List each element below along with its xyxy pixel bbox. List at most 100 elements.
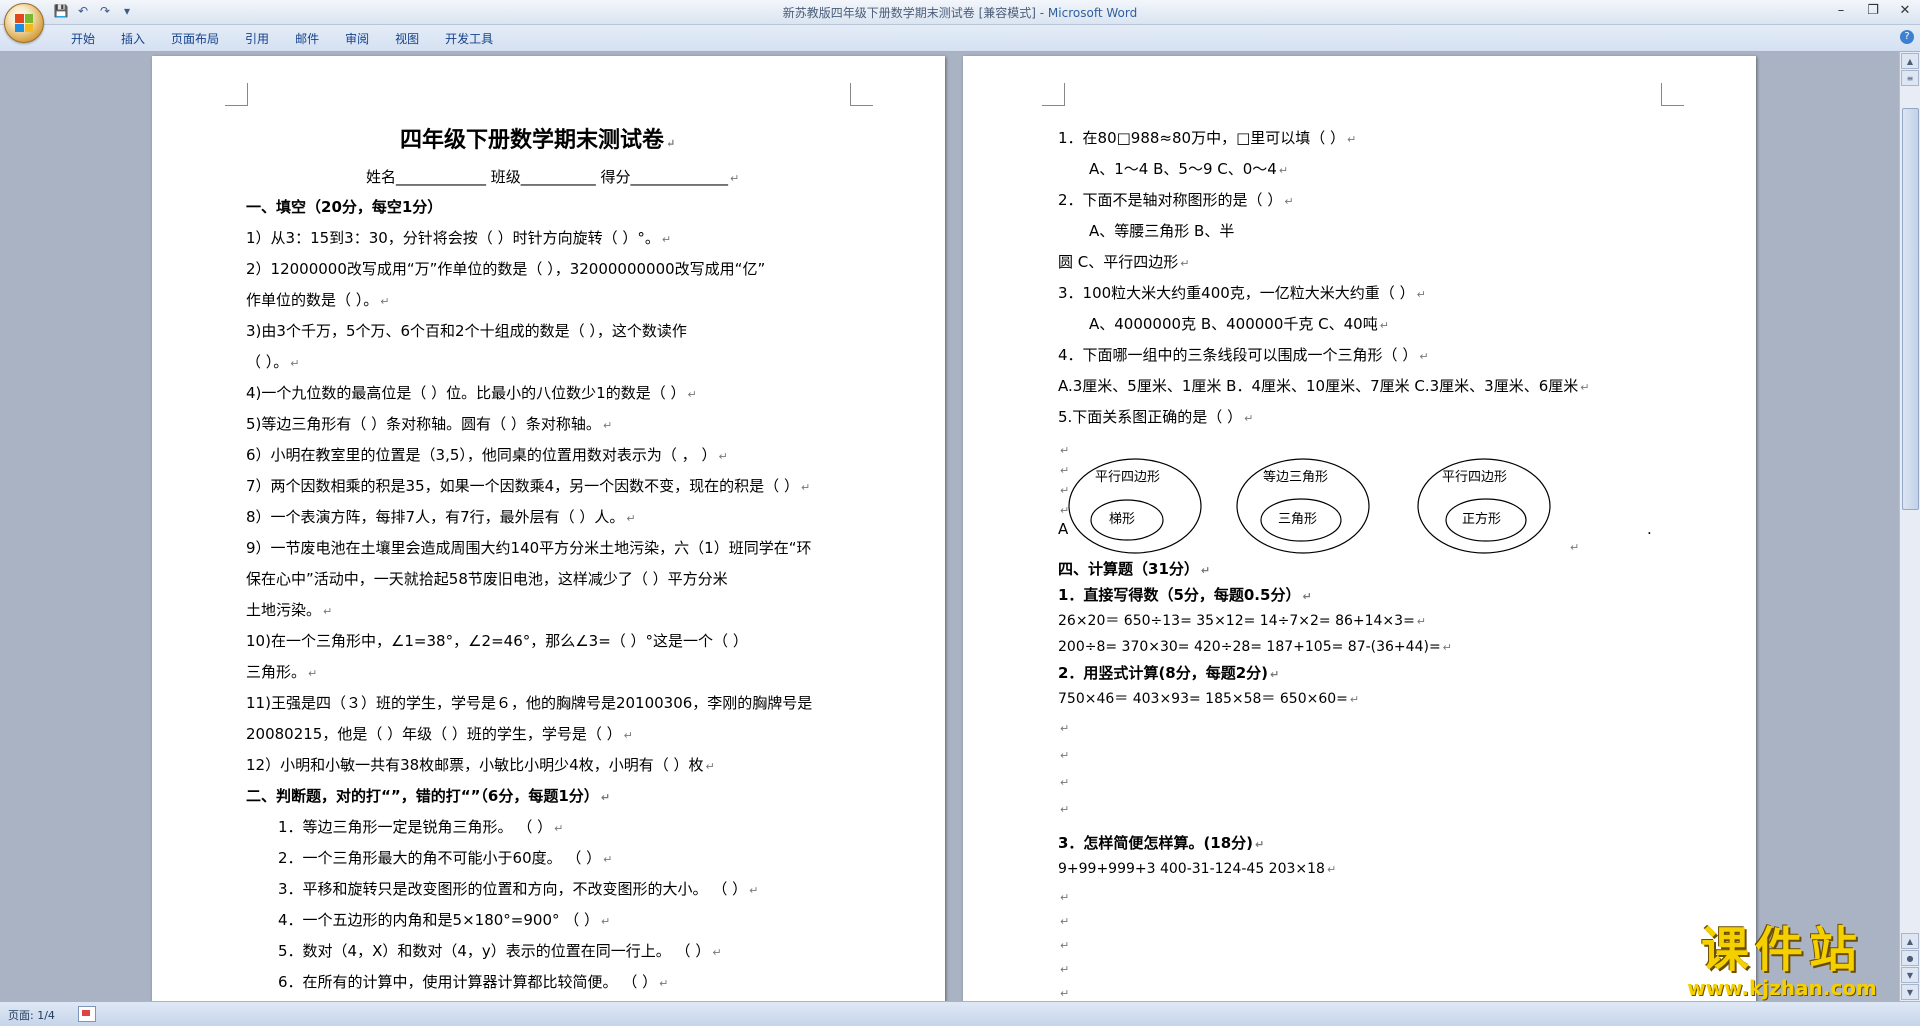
question-line: （ ）。 ↵ xyxy=(246,353,300,371)
watermark-logo-text: 课件站 xyxy=(1700,922,1863,978)
option-line: A.3厘米、5厘米、1厘米 B．4厘米、10厘米、7厘米 C.3厘米、3厘米、6… xyxy=(1058,377,1590,395)
paragraph-mark: ↵ xyxy=(1060,749,1070,762)
calc-row: 200÷8= 370×30= 420÷28= 187+105= 87-(36+4… xyxy=(1058,639,1452,655)
venn-diagram-a: 平行四边形 梯形 xyxy=(1067,456,1203,556)
select-browse-object-icon[interactable]: ● xyxy=(1901,950,1919,966)
question-line: 9）一节废电池在土壤里会造成周围大约140平方分米土地污染，六（1）班同学在“环 xyxy=(246,539,812,557)
page-2[interactable]: 1．在80□988≈80万中，□里可以填（ ） ↵ A、1～4 B、5～9 C、0… xyxy=(963,56,1756,1001)
margin-mark-top-left xyxy=(1042,83,1065,106)
margin-mark-top-right xyxy=(1661,83,1684,106)
tab-view[interactable]: 视图 xyxy=(382,30,432,47)
question-line: 4)一个九位数的最高位是（ ）位。比最小的八位数少1的数是（ ） ↵ xyxy=(246,384,697,402)
question-line: 3)由3个千万，5个万、6个百和2个十组成的数是（ ），这个数读作 xyxy=(246,322,687,340)
help-icon[interactable]: ? xyxy=(1900,30,1914,44)
question-line: 3．100粒大米大约重400克，一亿粒大米大约重（ ） ↵ xyxy=(1058,284,1426,302)
venn-outer-label: 平行四边形 xyxy=(1095,470,1161,485)
document-area[interactable]: 四年级下册数学期末测试卷 ↵ 姓名____________ 班级_________… xyxy=(0,52,1900,1001)
tab-references[interactable]: 引用 xyxy=(232,30,282,47)
paragraph-mark: ↵ xyxy=(1060,915,1070,928)
question-line: 5.下面关系图正确的是（ ） ↵ xyxy=(1058,408,1254,426)
venn-trailing-dot: . xyxy=(1647,520,1652,538)
judge-item: 5．数对（4，X）和数对（4，y）表示的位置在同一行上。 （ ） ↵ xyxy=(278,942,722,960)
judge-item: 2．一个三角形最大的角不可能小于60度。 （ ） ↵ xyxy=(278,849,613,867)
window-controls: – ❐ ✕ xyxy=(1830,2,1916,20)
office-logo-icon xyxy=(15,14,33,32)
vertical-scrollbar[interactable]: ▲ ≡ ▲ ● ▼ ▼ xyxy=(1899,52,1920,1001)
paragraph-mark: ↵ xyxy=(1060,963,1070,976)
question-line: 2）12000000改写成用“万”作单位的数是（ ），32000000000改写… xyxy=(246,260,766,278)
calc-row: 9+99+999+3 400-31-124-45 203×18 ↵ xyxy=(1058,861,1337,877)
site-watermark: 课件站 www.kjzhan.com xyxy=(1662,922,1902,1002)
ruler-toggle-icon[interactable]: ≡ xyxy=(1901,70,1919,86)
judge-item: 4．一个五边形的内角和是5×180°=900° （ ） ↵ xyxy=(278,911,611,929)
question-line: 8）一个表演方阵，每排7人，有7行，最外层有（ ）人。 ↵ xyxy=(246,508,636,526)
question-line: 11)王强是四（３）班的学生，学号是６，他的胸牌号是20100306，李刚的胸牌… xyxy=(246,694,813,712)
subsection-heading: 3．怎样简便怎样算。(18分) ↵ xyxy=(1058,834,1265,852)
option-line: A、等腰三角形 B、半 xyxy=(1089,222,1235,240)
judge-item: 3．平移和旋转只是改变图形的位置和方向，不改变图形的大小。 （ ） ↵ xyxy=(278,880,759,898)
question-line: 土地污染。 ↵ xyxy=(246,601,333,619)
scroll-down-icon[interactable]: ▼ xyxy=(1901,984,1919,1000)
calc-row: 750×46＝ 403×93= 185×58＝ 650×60= ↵ xyxy=(1058,691,1360,707)
window-title: 新苏教版四年级下册数学期末测试卷 [兼容模式] - Microsoft Word xyxy=(0,4,1920,21)
restore-icon[interactable]: ❐ xyxy=(1862,2,1884,20)
tab-home[interactable]: 开始 xyxy=(58,30,108,47)
question-line: 2．下面不是轴对称图形的是（ ） ↵ xyxy=(1058,191,1294,209)
option-line: 圆 C、平行四边形 ↵ xyxy=(1058,253,1190,271)
question-line: 12）小明和小敏一共有38枚邮票，小敏比小明少4枚，小明有（ ）枚 ↵ xyxy=(246,756,715,774)
app-name: Microsoft Word xyxy=(1047,6,1138,20)
page-1[interactable]: 四年级下册数学期末测试卷 ↵ 姓名____________ 班级_________… xyxy=(152,56,945,1001)
question-line: 7）两个因数相乘的积是35，如果一个因数乘4，另一个因数不变，现在的积是（ ） ↵ xyxy=(246,477,811,495)
venn-diagram-b: 等边三角形 三角形 xyxy=(1235,456,1371,556)
venn-outer-label: 等边三角形 xyxy=(1263,470,1329,485)
margin-mark-top-right xyxy=(850,83,873,106)
option-line: A、1～4 B、5～9 C、0～4 ↵ xyxy=(1089,160,1289,178)
paragraph-mark: ↵ xyxy=(1060,803,1070,816)
question-line: 6）小明在教室里的位置是（3,5），他同桌的位置用数对表示为（ ， ） ↵ xyxy=(246,446,728,464)
previous-page-icon[interactable]: ▲ xyxy=(1901,933,1919,949)
question-line: 10)在一个三角形中，∠1=38°，∠2=46°，那么∠3=（ ）°这是一个（ … xyxy=(246,632,748,650)
tab-review[interactable]: 审阅 xyxy=(332,30,382,47)
paragraph-mark: ↵ xyxy=(1060,939,1070,952)
question-line: 三角形。 ↵ xyxy=(246,663,318,681)
question-line: 作单位的数是（ ）。 ↵ xyxy=(246,291,390,309)
paragraph-mark: ↵ xyxy=(1060,776,1070,789)
question-line: 1）从3：15到3：30，分针将会按（ ）时针方向旋转（ ）°。 ↵ xyxy=(246,229,672,247)
proofing-icon[interactable] xyxy=(78,1006,96,1022)
tab-insert[interactable]: 插入 xyxy=(108,30,158,47)
question-line: 20080215，他是（ ）年级（ ）班的学生，学号是（ ） ↵ xyxy=(246,725,633,743)
tab-page-layout[interactable]: 页面布局 xyxy=(158,30,232,47)
section-heading: 二、判断题，对的打“”，错的打“”（6分，每题1分） ↵ xyxy=(246,787,611,805)
question-line: 4．下面哪一组中的三条线段可以围成一个三角形（ ） ↵ xyxy=(1058,346,1429,364)
tab-developer[interactable]: 开发工具 xyxy=(432,30,506,47)
paragraph-mark: ↵ xyxy=(1570,541,1580,554)
paragraph-mark: ↵ xyxy=(1060,722,1070,735)
section-heading: 一、填空（20分，每空1分） xyxy=(246,198,443,216)
subsection-heading: 1．直接写得数（5分，每题0.5分） ↵ xyxy=(1058,586,1312,604)
office-button[interactable] xyxy=(4,3,44,43)
close-icon[interactable]: ✕ xyxy=(1894,2,1916,20)
judge-item: 6．在所有的计算中，使用计算器计算都比较简便。 （ ） ↵ xyxy=(278,973,669,991)
scroll-thumb[interactable] xyxy=(1902,108,1919,510)
status-bar: 页面: 1/4 xyxy=(0,1001,1920,1026)
page-indicator[interactable]: 页面: 1/4 xyxy=(8,1007,55,1023)
paragraph-mark: ↵ xyxy=(1060,987,1070,1000)
scroll-up-icon[interactable]: ▲ xyxy=(1901,53,1919,69)
student-info: 姓名____________ 班级__________ 得分__________… xyxy=(366,168,740,186)
venn-inner-label: 梯形 xyxy=(1109,512,1136,527)
tab-mailings[interactable]: 邮件 xyxy=(282,30,332,47)
subsection-heading: 2．用竖式计算(8分，每题2分) ↵ xyxy=(1058,664,1280,682)
option-line: A、4000000克 B、400000千克 C、40吨 ↵ xyxy=(1089,315,1389,333)
venn-inner-label: 三角形 xyxy=(1278,512,1318,527)
minimize-icon[interactable]: – xyxy=(1830,2,1852,20)
calc-row: 26×20＝ 650÷13= 35×12= 14÷7×2= 86+14×3= ↵ xyxy=(1058,613,1427,629)
question-line: 1．在80□988≈80万中，□里可以填（ ） ↵ xyxy=(1058,129,1357,147)
question-line: 5)等边三角形有（ ）条对称轴。圆有（ ）条对称轴。 ↵ xyxy=(246,415,613,433)
venn-diagram-c: 平行四边形 正方形 xyxy=(1416,456,1552,556)
title-bar: 💾 ↶ ↷ ▾ 新苏教版四年级下册数学期末测试卷 [兼容模式] - Micros… xyxy=(0,0,1920,43)
ribbon-tabs: 开始 插入 页面布局 引用 邮件 审阅 视图 开发工具 ? xyxy=(0,25,1920,52)
next-page-icon[interactable]: ▼ xyxy=(1901,967,1919,983)
judge-item: 1．等边三角形一定是锐角三角形。 （ ） ↵ xyxy=(278,818,564,836)
margin-mark-top-left xyxy=(225,83,248,106)
page-title: 四年级下册数学期末测试卷 ↵ xyxy=(400,127,676,153)
